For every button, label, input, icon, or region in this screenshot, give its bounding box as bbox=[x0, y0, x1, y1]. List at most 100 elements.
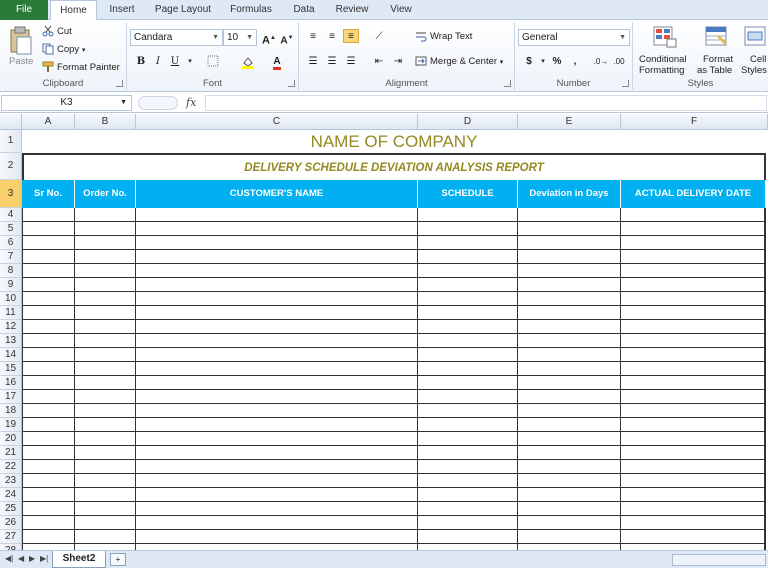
table-cell[interactable] bbox=[418, 432, 518, 446]
column-header-a[interactable]: A bbox=[22, 114, 75, 130]
underline-icon[interactable]: U bbox=[167, 55, 183, 69]
column-header-c[interactable]: C bbox=[136, 114, 418, 130]
table-cell[interactable] bbox=[75, 348, 136, 362]
column-header-e[interactable]: E bbox=[518, 114, 621, 130]
cell-styles-button-line2[interactable]: Styles bbox=[741, 64, 767, 78]
table-cell[interactable] bbox=[621, 404, 766, 418]
table-cell[interactable] bbox=[136, 222, 418, 236]
table-cell[interactable] bbox=[518, 208, 621, 222]
table-cell[interactable] bbox=[22, 446, 75, 460]
fill-color-icon[interactable] bbox=[240, 55, 256, 69]
table-cell[interactable] bbox=[518, 334, 621, 348]
table-cell[interactable] bbox=[518, 446, 621, 460]
table-cell[interactable] bbox=[22, 362, 75, 376]
table-cell[interactable] bbox=[518, 530, 621, 544]
table-cell[interactable] bbox=[621, 446, 766, 460]
row-header[interactable]: 4 bbox=[0, 208, 22, 222]
table-cell[interactable] bbox=[518, 306, 621, 320]
table-cell[interactable] bbox=[518, 488, 621, 502]
cell-styles-icon[interactable] bbox=[744, 26, 768, 51]
table-cell[interactable] bbox=[75, 236, 136, 250]
table-cell[interactable] bbox=[136, 390, 418, 404]
increase-decimal-icon[interactable]: .0→ bbox=[593, 55, 609, 69]
table-cell[interactable] bbox=[621, 208, 766, 222]
table-cell[interactable] bbox=[136, 446, 418, 460]
column-header-b[interactable]: B bbox=[75, 114, 136, 130]
table-cell[interactable] bbox=[518, 236, 621, 250]
row-header[interactable]: 9 bbox=[0, 278, 22, 292]
orientation-icon[interactable]: ⟋ bbox=[371, 30, 387, 44]
table-cell[interactable] bbox=[22, 208, 75, 222]
column-header-d[interactable]: D bbox=[418, 114, 518, 130]
table-cell[interactable] bbox=[22, 264, 75, 278]
table-cell[interactable] bbox=[418, 292, 518, 306]
next-sheet-icon[interactable]: ▶ bbox=[29, 554, 35, 563]
table-cell[interactable] bbox=[75, 264, 136, 278]
table-cell[interactable] bbox=[418, 208, 518, 222]
table-cell[interactable] bbox=[136, 348, 418, 362]
table-cell[interactable] bbox=[418, 236, 518, 250]
row-header[interactable]: 22 bbox=[0, 460, 22, 474]
table-cell[interactable] bbox=[75, 432, 136, 446]
decrease-indent-icon[interactable]: ⇤ bbox=[371, 55, 387, 69]
row-header[interactable]: 14 bbox=[0, 348, 22, 362]
table-cell[interactable] bbox=[136, 278, 418, 292]
header-cell-customer-name[interactable]: CUSTOMER'S NAME bbox=[136, 180, 418, 208]
comma-style-icon[interactable]: , bbox=[567, 55, 583, 69]
italic-icon[interactable]: I bbox=[150, 55, 166, 69]
table-cell[interactable] bbox=[518, 404, 621, 418]
table-cell[interactable] bbox=[22, 502, 75, 516]
format-painter-button[interactable]: Format Painter bbox=[42, 61, 120, 75]
table-cell[interactable] bbox=[136, 432, 418, 446]
table-cell[interactable] bbox=[136, 236, 418, 250]
table-cell[interactable] bbox=[518, 348, 621, 362]
table-cell[interactable] bbox=[136, 320, 418, 334]
table-cell[interactable] bbox=[518, 502, 621, 516]
table-cell[interactable] bbox=[418, 460, 518, 474]
table-cell[interactable] bbox=[418, 530, 518, 544]
percent-icon[interactable]: % bbox=[549, 55, 565, 69]
table-cell[interactable] bbox=[136, 502, 418, 516]
align-bottom-icon[interactable]: ≡ bbox=[343, 29, 359, 43]
table-cell[interactable] bbox=[75, 278, 136, 292]
table-cell[interactable] bbox=[75, 250, 136, 264]
table-cell[interactable] bbox=[418, 334, 518, 348]
table-cell[interactable] bbox=[75, 502, 136, 516]
table-cell[interactable] bbox=[136, 418, 418, 432]
table-cell[interactable] bbox=[22, 460, 75, 474]
report-title-cell[interactable]: DELIVERY SCHEDULE DEVIATION ANALYSIS REP… bbox=[22, 153, 766, 180]
header-cell-sr-no[interactable]: Sr No. bbox=[22, 180, 75, 208]
shrink-font-icon[interactable]: A▼ bbox=[279, 31, 295, 46]
table-cell[interactable] bbox=[621, 418, 766, 432]
table-cell[interactable] bbox=[518, 376, 621, 390]
table-cell[interactable] bbox=[136, 530, 418, 544]
paste-button[interactable]: Paste bbox=[9, 55, 33, 69]
table-cell[interactable] bbox=[22, 474, 75, 488]
format-as-table-button-line2[interactable]: as Table bbox=[697, 64, 732, 78]
table-cell[interactable] bbox=[75, 488, 136, 502]
row-header[interactable]: 13 bbox=[0, 334, 22, 348]
table-cell[interactable] bbox=[22, 320, 75, 334]
table-cell[interactable] bbox=[75, 362, 136, 376]
tab-data[interactable]: Data bbox=[286, 0, 322, 20]
table-cell[interactable] bbox=[22, 418, 75, 432]
table-cell[interactable] bbox=[75, 404, 136, 418]
table-cell[interactable] bbox=[22, 488, 75, 502]
table-cell[interactable] bbox=[621, 348, 766, 362]
table-cell[interactable] bbox=[621, 264, 766, 278]
table-cell[interactable] bbox=[621, 390, 766, 404]
table-cell[interactable] bbox=[621, 362, 766, 376]
align-middle-icon[interactable]: ≡ bbox=[324, 30, 340, 44]
bold-icon[interactable]: B bbox=[133, 55, 149, 69]
decrease-decimal-icon[interactable]: .00 bbox=[611, 55, 627, 69]
row-header[interactable]: 8 bbox=[0, 264, 22, 278]
table-cell[interactable] bbox=[75, 320, 136, 334]
tab-formulas[interactable]: Formulas bbox=[224, 0, 278, 20]
row-header[interactable]: 1 bbox=[0, 130, 22, 153]
table-cell[interactable] bbox=[22, 292, 75, 306]
row-header[interactable]: 7 bbox=[0, 250, 22, 264]
tab-page-layout[interactable]: Page Layout bbox=[150, 0, 216, 20]
row-header[interactable]: 16 bbox=[0, 376, 22, 390]
table-cell[interactable] bbox=[22, 390, 75, 404]
align-right-icon[interactable]: ☰ bbox=[343, 55, 359, 69]
